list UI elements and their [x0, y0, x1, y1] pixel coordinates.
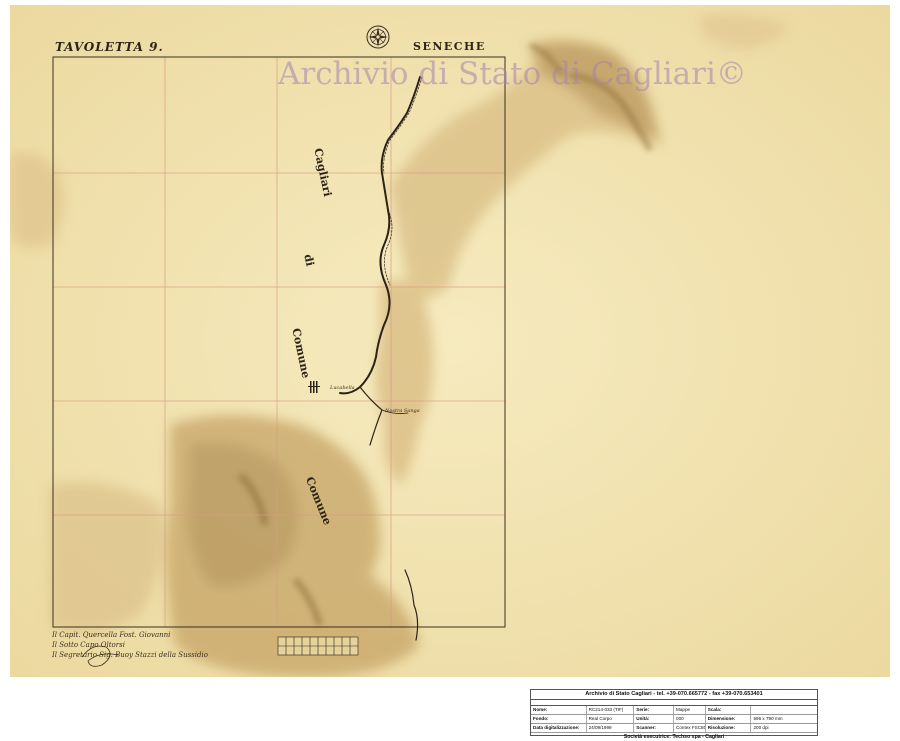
info-footer: Società esecutrice: Techso spa - Cagliar…	[623, 734, 725, 740]
map-title: SENECHE	[413, 40, 486, 53]
info-key: Serie:	[634, 706, 675, 714]
archive-watermark: Archivio di Stato di Cagliari©	[278, 56, 747, 92]
info-value: Contex FSC8040	[676, 724, 706, 732]
info-key: Unità:	[634, 715, 675, 723]
info-value: 24/09/1999	[587, 724, 635, 732]
archive-info-table: Archivio di Stato Cagliari - tel. +39-07…	[530, 689, 818, 740]
table-row: Data digitalizzazione: 24/09/1999 Scanne…	[531, 724, 817, 733]
compass-rose-icon	[366, 25, 390, 49]
info-value: 200 dpi	[753, 725, 769, 730]
table-row: Fondo: Real Corpo Unità: 000 Dimensione:…	[531, 715, 817, 724]
info-value: 000	[674, 715, 706, 723]
info-key: Risoluzione:	[706, 724, 752, 732]
info-key: Dimensione:	[706, 715, 752, 723]
scale-bar	[277, 636, 359, 656]
info-key: Data digitalizzazione:	[531, 724, 587, 732]
info-key: Scanner:	[634, 724, 675, 732]
map-drawing	[10, 5, 890, 677]
info-key: Scala:	[706, 706, 752, 714]
place-label-2: Nostra Sanga	[385, 408, 420, 414]
signature-line: Il Sotto Capo Oltorsi	[52, 641, 125, 649]
info-value: Mappe	[674, 706, 706, 714]
sheet-title: TAVOLETTA 9.	[55, 40, 164, 54]
place-label-1: Lucabella	[330, 385, 355, 391]
signature-line: Il Capit. Quercella Fost. Giovanni	[52, 631, 171, 639]
info-value	[751, 706, 817, 714]
info-value: 596 x 790 mm	[753, 716, 783, 721]
table-row: Nome: RC214-033 (TIF) Serie: Mappe Scala…	[531, 706, 817, 715]
signature-line: Il Segretario Sig. Buoy Stazzi della Sus…	[52, 651, 208, 659]
map-scan: TAVOLETTA 9. SENECHE Archivio di Stato d…	[10, 5, 890, 677]
signatures: Il Capit. Quercella Fost. Giovanni Il So…	[52, 630, 208, 660]
info-value: RC214-033 (TIF)	[587, 706, 635, 714]
info-value: Real Corpo	[587, 715, 635, 723]
info-header: Archivio di Stato Cagliari - tel. +39-07…	[531, 690, 817, 700]
info-key: Nome:	[531, 706, 587, 714]
info-key: Fondo:	[531, 715, 587, 723]
